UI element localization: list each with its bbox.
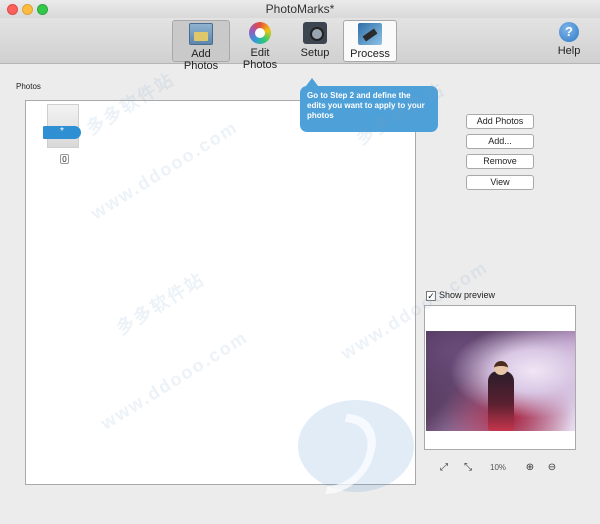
help-button[interactable]: ? Help (554, 20, 584, 62)
photos-section-label: Photos (16, 82, 41, 91)
preview-pane (424, 305, 576, 450)
zoom-bar: ⤢ ⤡ 10% ⊕ ⊖ (424, 462, 576, 476)
remove-button[interactable]: Remove (466, 154, 534, 169)
title-bar: PhotoMarks* (0, 0, 600, 18)
fit-to-window-icon[interactable]: ⤢ (438, 462, 450, 474)
help-icon: ? (559, 22, 579, 42)
process-tab[interactable]: Process (343, 20, 397, 62)
add-photos-tab[interactable]: Add Photos (172, 20, 230, 72)
watermark-logo (298, 400, 414, 492)
preview-image (426, 331, 575, 431)
help-button-label: Help (557, 45, 581, 57)
add-button[interactable]: Add... (466, 134, 534, 149)
edit-photos-tab[interactable]: Edit Photos (233, 20, 287, 71)
preview-figure-head (494, 361, 508, 375)
window-title: PhotoMarks* (265, 2, 335, 16)
zoom-out-icon[interactable]: ⊖ (546, 462, 558, 474)
preview-figure (488, 371, 514, 431)
close-window-button[interactable] (7, 4, 18, 15)
add-photos-button[interactable]: Add Photos (466, 114, 534, 129)
edit-photos-tab-label: Edit Photos (242, 47, 278, 71)
camera-icon (303, 22, 327, 44)
process-tab-label: Process (350, 48, 390, 60)
add-photos-tab-label: Add Photos (183, 48, 219, 72)
actual-size-icon[interactable]: ⤡ (462, 462, 474, 474)
ribbon-icon: * (43, 126, 81, 139)
minimize-window-button[interactable] (22, 4, 33, 15)
add-photos-icon (189, 23, 213, 45)
maximize-window-button[interactable] (37, 4, 48, 15)
view-button[interactable]: View (466, 175, 534, 190)
zoom-in-icon[interactable]: ⊕ (524, 462, 536, 474)
toolbar: Add Photos Edit Photos Setup Process ? H… (0, 18, 600, 72)
photo-count-badge: 0 (60, 154, 69, 164)
zoom-level: 10% (490, 463, 507, 472)
photo-thumbnail[interactable]: * 0 (43, 104, 87, 164)
stamp-icon (358, 23, 382, 45)
setup-tab-label: Setup (300, 47, 330, 59)
setup-tab[interactable]: Setup (298, 20, 332, 62)
color-wheel-icon (249, 22, 271, 44)
